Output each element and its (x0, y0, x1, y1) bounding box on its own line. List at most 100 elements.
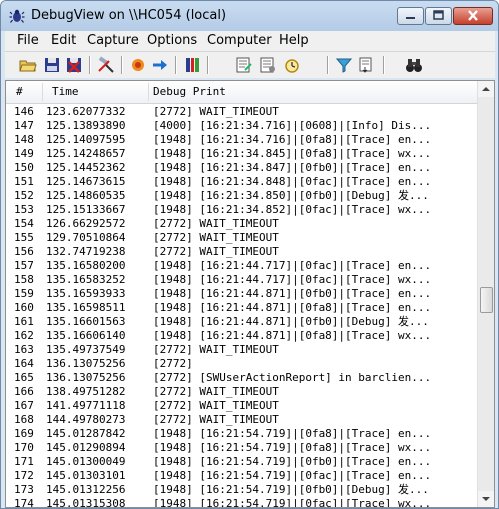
save-icon[interactable] (43, 56, 61, 74)
row-time: 125.14452362 (46, 161, 126, 174)
find-icon[interactable] (151, 56, 169, 74)
column-header-debug-print[interactable]: Debug Print (153, 85, 226, 98)
row-debug-print: [1948] [16:21:54.719]|[0fa8]|[Trace] en.… (153, 427, 432, 440)
column-header-time[interactable]: Time (52, 85, 79, 98)
log-row[interactable]: 164 136.13075256 [2772] (6, 357, 479, 371)
log-row[interactable]: 173 145.01312256 [1948] [16:21:54.719]|[0f… (6, 483, 479, 497)
log-row[interactable]: 163 135.49737549 [2772] WAIT_TIMEOUT (6, 343, 479, 357)
log-row[interactable]: 171 145.01300049 [1948] [16:21:54.719]|[0f… (6, 455, 479, 469)
row-debug-print: [1948] [16:21:54.719]|[0fac]|[Trace] en.… (153, 469, 432, 482)
row-number: 151 (14, 175, 34, 188)
log-row[interactable]: 146 123.62077332 [2772] WAIT_TIMEOUT (6, 105, 479, 119)
row-debug-print: [2772] (153, 357, 193, 370)
log-row[interactable]: 147 125.13893890 [4000] [16:21:34.716]|[06… (6, 119, 479, 133)
row-debug-print: [1948] [16:21:34.848]|[0fac]|[Trace] en.… (153, 175, 432, 188)
row-number: 170 (14, 441, 34, 454)
clear-icon[interactable] (65, 56, 83, 74)
arrow-up-icon (482, 87, 490, 91)
history-icon[interactable] (357, 56, 375, 74)
menu-computer[interactable]: Computer (207, 33, 272, 48)
log-row[interactable]: 151 125.14673615 [1948] [16:21:34.848]|[0f… (6, 175, 479, 189)
log-row[interactable]: 166 138.49751282 [2772] WAIT_TIMEOUT (6, 385, 479, 399)
filter-funnel-icon[interactable] (335, 56, 353, 74)
log-row[interactable]: 168 144.49780273 [2772] WAIT_TIMEOUT (6, 413, 479, 427)
log-row[interactable]: 167 141.49771118 [2772] WAIT_TIMEOUT (6, 399, 479, 413)
log-row[interactable]: 154 126.66292572 [2772] WAIT_TIMEOUT (6, 217, 479, 231)
toolbar-separator (383, 56, 385, 74)
log-row[interactable]: 165 136.13075256 [2772] [SWUserActionRepor… (6, 371, 479, 385)
binoculars-icon[interactable] (405, 56, 423, 74)
row-debug-print: [1948] [16:21:44.871]|[0fa8]|[Trace] wx.… (153, 329, 432, 342)
vertical-scrollbar[interactable] (477, 81, 494, 507)
autoscroll-icon[interactable] (129, 56, 147, 74)
log-row[interactable]: 161 135.16601563 [1948] [16:21:44.871]|[0f… (6, 315, 479, 329)
menu-bar: File Edit Capture Options Computer Help (5, 31, 495, 51)
row-time: 125.15133667 (46, 203, 126, 216)
log-row[interactable]: 150 125.14452362 [1948] [16:21:34.847]|[0f… (6, 161, 479, 175)
scroll-down-button[interactable] (478, 491, 494, 507)
debug-output-list[interactable]: # Time Debug Print 146 123.62077332 [2772]… (5, 80, 495, 508)
log-row[interactable]: 170 145.01290894 [1948] [16:21:54.719]|[0f… (6, 441, 479, 455)
row-debug-print: [1948] [16:21:34.716]|[0fa8]|[Trace] en.… (153, 133, 432, 146)
log-row[interactable]: 172 145.01303101 [1948] [16:21:54.719]|[0f… (6, 469, 479, 483)
close-button[interactable] (453, 7, 493, 25)
menu-options[interactable]: Options (147, 33, 197, 48)
log-row[interactable]: 152 125.14860535 [1948] [16:21:34.850]|[0f… (6, 189, 479, 203)
menu-capture[interactable]: Capture (87, 33, 139, 48)
log-row[interactable]: 148 125.14097595 [1948] [16:21:34.716]|[0f… (6, 133, 479, 147)
scrollbar-thumb[interactable] (480, 287, 493, 313)
open-icon[interactable] (19, 56, 37, 74)
filter-icon[interactable] (183, 56, 201, 74)
properties-icon[interactable] (259, 56, 277, 74)
column-divider[interactable] (148, 83, 149, 101)
menu-edit[interactable]: Edit (51, 33, 76, 48)
row-time: 135.16598511 (46, 301, 126, 314)
log-row[interactable]: 160 135.16598511 [1948] [16:21:44.871]|[0f… (6, 301, 479, 315)
row-number: 159 (14, 287, 34, 300)
log-row[interactable]: 162 135.16606140 [1948] [16:21:44.871]|[0f… (6, 329, 479, 343)
row-number: 161 (14, 315, 34, 328)
row-number: 148 (14, 133, 34, 146)
row-debug-print: [1948] [16:21:54.719]|[0fa8]|[Trace] wx.… (153, 441, 432, 454)
log-row[interactable]: 169 145.01287842 [1948] [16:21:54.719]|[0f… (6, 427, 479, 441)
row-time: 125.14248657 (46, 147, 126, 160)
row-number: 169 (14, 427, 34, 440)
row-debug-print: [1948] [16:21:44.717]|[0fac]|[Trace] en.… (153, 259, 432, 272)
row-debug-print: [2772] WAIT_TIMEOUT (153, 385, 279, 398)
log-row[interactable]: 174 145.01315308 [1948] [16:21:54.719]|[0f… (6, 497, 479, 508)
row-time: 125.14673615 (46, 175, 126, 188)
row-time: 135.16606140 (46, 329, 126, 342)
log-row[interactable]: 149 125.14248657 [1948] [16:21:34.845]|[0f… (6, 147, 479, 161)
column-header-number[interactable]: # (16, 85, 23, 98)
menu-help[interactable]: Help (279, 33, 309, 48)
highlight-icon[interactable] (235, 56, 253, 74)
row-time: 129.70510864 (46, 231, 126, 244)
row-number: 158 (14, 273, 34, 286)
scroll-up-button[interactable] (478, 81, 494, 97)
row-debug-print: [2772] WAIT_TIMEOUT (153, 217, 279, 230)
log-row[interactable]: 159 135.16593933 [1948] [16:21:44.871]|[0f… (6, 287, 479, 301)
row-time: 145.01315308 (46, 497, 126, 508)
column-divider[interactable] (42, 83, 43, 101)
row-time: 145.01303101 (46, 469, 126, 482)
timer-icon[interactable] (283, 56, 301, 74)
minimize-button[interactable] (397, 7, 424, 25)
row-number: 155 (14, 231, 34, 244)
title-bar[interactable]: DebugView on \\HC054 (local) (1, 1, 498, 31)
maximize-button[interactable] (425, 7, 452, 25)
toolbar-separator (121, 56, 123, 74)
log-row[interactable]: 157 135.16580200 [1948] [16:21:44.717]|[0f… (6, 259, 479, 273)
row-time: 145.01312256 (46, 483, 126, 496)
menu-file[interactable]: File (17, 33, 39, 48)
row-debug-print: [1948] [16:21:34.852]|[0fac]|[Trace] wx.… (153, 203, 432, 216)
row-debug-print: [1948] [16:21:44.717]|[0fac]|[Trace] wx.… (153, 273, 432, 286)
row-debug-print: [2772] [SWUserActionReport] in barclien.… (153, 371, 432, 384)
log-row[interactable]: 156 132.74719238 [2772] WAIT_TIMEOUT (6, 245, 479, 259)
capture-icon[interactable] (97, 56, 115, 74)
log-row[interactable]: 155 129.70510864 [2772] WAIT_TIMEOUT (6, 231, 479, 245)
log-row[interactable]: 158 135.16583252 [1948] [16:21:44.717]|[0f… (6, 273, 479, 287)
row-time: 135.16601563 (46, 315, 126, 328)
toolbar-separator (327, 56, 329, 74)
log-rows: 146 123.62077332 [2772] WAIT_TIMEOUT 147 12… (6, 104, 479, 508)
log-row[interactable]: 153 125.15133667 [1948] [16:21:34.852]|[0f… (6, 203, 479, 217)
